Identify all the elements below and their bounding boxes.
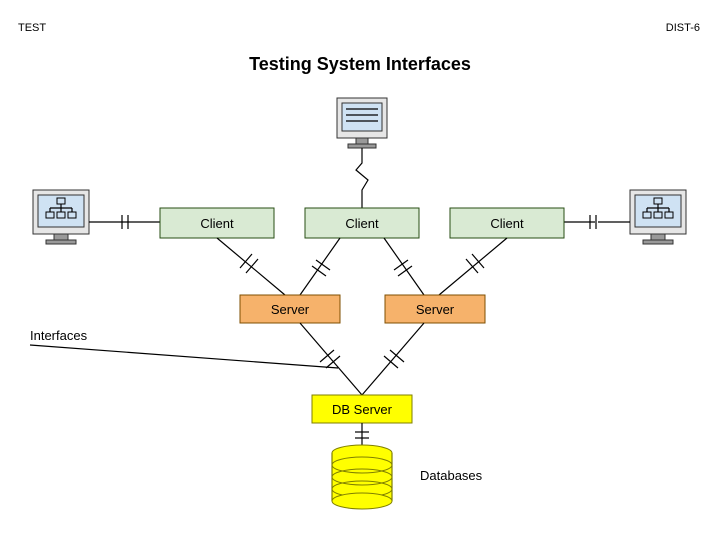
database-icon [332,445,392,509]
client-box-left: Client [160,208,274,238]
right-terminal-icon [630,190,686,244]
top-terminal-icon [337,98,387,148]
svg-text:Server: Server [271,302,310,317]
left-terminal-icon [33,190,89,244]
svg-text:Server: Server [416,302,455,317]
server-box-left: Server [240,295,340,323]
client-box-right: Client [450,208,564,238]
svg-text:Client: Client [200,216,234,231]
db-server-box: DB Server [312,395,412,423]
server-box-right: Server [385,295,485,323]
client-box-center: Client [305,208,419,238]
databases-label: Databases [420,468,483,483]
diagram-canvas: Client Client Client Server Server Inter… [0,0,720,540]
interfaces-label: Interfaces [30,328,88,343]
svg-text:DB Server: DB Server [332,402,393,417]
svg-text:Client: Client [345,216,379,231]
svg-text:Client: Client [490,216,524,231]
